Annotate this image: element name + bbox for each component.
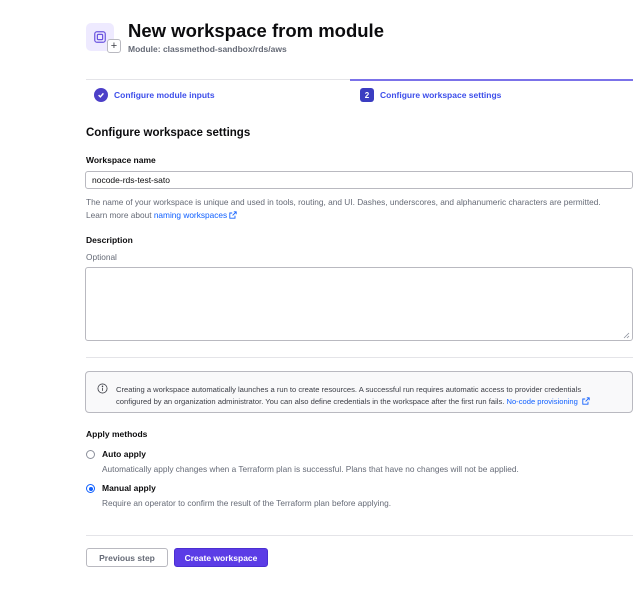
- apply-methods-title: Apply methods: [86, 429, 148, 439]
- helper-prefix: Learn more about: [86, 209, 154, 220]
- workspace-name-helper: The name of your workspace is unique and…: [86, 196, 636, 221]
- external-link-icon: [229, 210, 237, 219]
- workspace-name-input[interactable]: [85, 171, 633, 189]
- naming-workspaces-link[interactable]: naming workspaces: [154, 210, 227, 220]
- auto-apply-label: Auto apply: [102, 449, 146, 459]
- step-configure-module-inputs[interactable]: Configure module inputs: [86, 79, 350, 109]
- divider: [86, 357, 633, 358]
- helper-text: The name of your workspace is unique and…: [86, 197, 601, 207]
- manual-apply-label: Manual apply: [102, 483, 156, 493]
- step-configure-workspace-settings[interactable]: 2 Configure workspace settings: [350, 79, 633, 109]
- alert-line-2: configured by an organization administra…: [116, 396, 507, 406]
- external-link-icon: [582, 396, 590, 405]
- page-title: New workspace from module: [128, 20, 384, 41]
- manual-apply-description: Require an operator to confirm the resul…: [102, 498, 392, 508]
- info-alert: Creating a workspace automatically launc…: [85, 371, 633, 413]
- divider: [86, 535, 633, 536]
- alert-text: Creating a workspace automatically launc…: [116, 384, 626, 407]
- description-label: Description: [86, 235, 133, 245]
- info-icon: [97, 383, 108, 394]
- previous-step-button[interactable]: Previous step: [86, 548, 168, 567]
- module-subtitle: Module: classmethod-sandbox/rds/aws: [128, 44, 287, 54]
- create-workspace-button[interactable]: Create workspace: [174, 548, 268, 567]
- description-textarea[interactable]: [85, 267, 633, 341]
- resize-grip-icon[interactable]: [622, 331, 630, 339]
- check-icon: [94, 87, 108, 102]
- alert-line-1: Creating a workspace automatically launc…: [116, 385, 582, 394]
- section-title: Configure workspace settings: [86, 127, 251, 139]
- no-code-provisioning-link[interactable]: No-code provisioning: [506, 397, 577, 406]
- step-number-badge: 2: [360, 88, 374, 102]
- step-label: Configure workspace settings: [380, 90, 502, 100]
- manual-apply-radio[interactable]: [86, 484, 95, 493]
- workspace-name-label: Workspace name: [86, 155, 156, 165]
- auto-apply-radio[interactable]: [86, 450, 95, 459]
- stepper: Configure module inputs 2 Configure work…: [86, 79, 633, 109]
- step-label: Configure module inputs: [114, 89, 215, 100]
- description-hint: Optional: [86, 252, 117, 262]
- plus-icon: +: [107, 39, 121, 53]
- auto-apply-description: Automatically apply changes when a Terra…: [102, 464, 519, 474]
